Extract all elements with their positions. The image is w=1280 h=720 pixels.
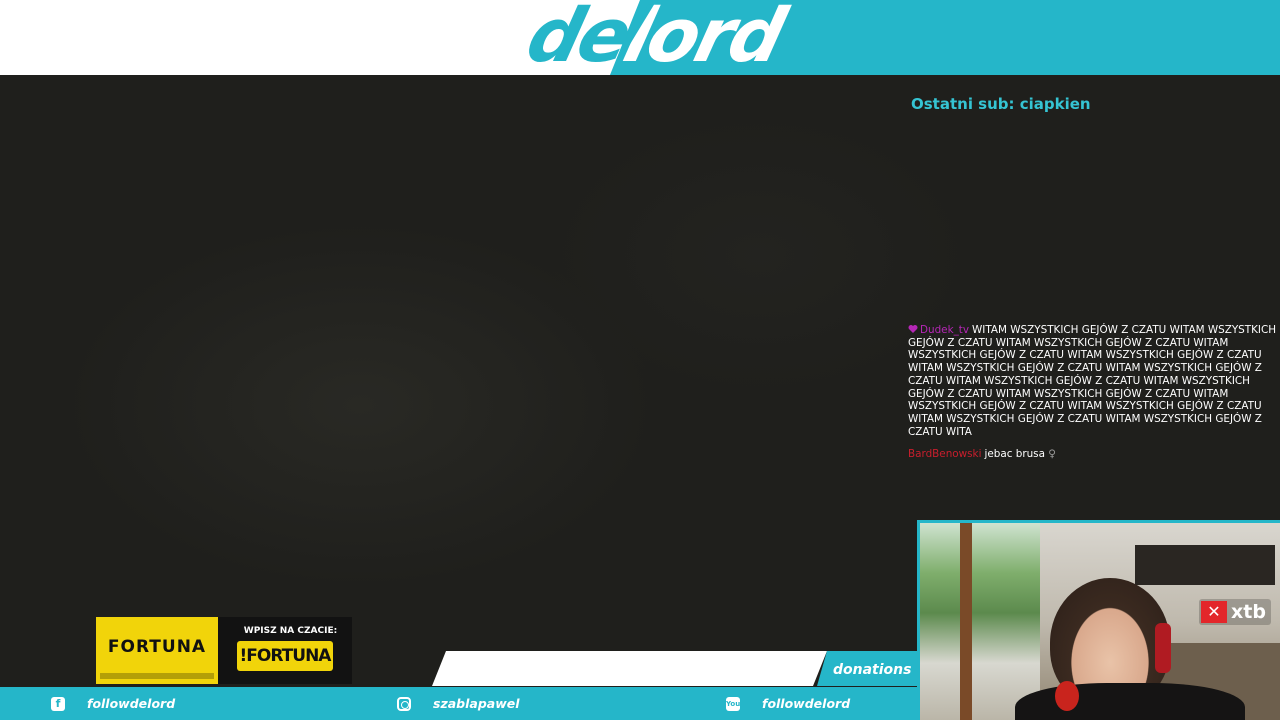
- donations-progress-bar: [432, 651, 827, 686]
- instagram-icon: [397, 696, 411, 711]
- chat-text: jebac brusa: [984, 448, 1045, 461]
- microphone-icon: [1055, 681, 1079, 711]
- chat-message: BardBenowski jebac brusa ♀: [908, 448, 1280, 461]
- fortuna-cta-text: WPISZ NA CZACIE:: [243, 626, 338, 636]
- social-links-bar: f followdelord szablapawel You followdel…: [0, 687, 917, 720]
- donations-label: donations: [833, 662, 912, 678]
- webcam-window-frame: [960, 523, 972, 720]
- headset-icon: [1155, 623, 1171, 673]
- social-instagram-label: szablapawel: [433, 696, 520, 711]
- chat-username: Dudek_tv: [920, 324, 970, 336]
- fortuna-ad-banner: FORTUNA WPISZ NA CZACIE: !FORTUNA: [96, 617, 352, 684]
- fortuna-fine-print: [100, 673, 214, 679]
- last-subscriber-label: Ostatni sub: ciapkien: [911, 95, 1091, 113]
- heart-badge-icon: [908, 325, 918, 333]
- webcam-shelf: [1135, 545, 1275, 585]
- social-facebook: f followdelord: [51, 687, 175, 720]
- social-instagram: szablapawel: [397, 687, 520, 720]
- chat-overlay: Dudek_tv WITAM WSZYSTKICH GEJÓW Z CZATU W…: [908, 323, 1280, 483]
- xtb-mark-icon: ✕: [1201, 601, 1227, 623]
- xtb-logo-text: xtb: [1231, 601, 1266, 623]
- xtb-sponsor-logo: ✕ xtb: [1199, 599, 1271, 625]
- webcam-feed: ✕ xtb: [917, 520, 1280, 720]
- chat-message: Dudek_tv WITAM WSZYSTKICH GEJÓW Z CZATU W…: [908, 323, 1280, 438]
- youtube-icon: You: [726, 696, 740, 711]
- social-youtube: You followdelord: [726, 687, 850, 720]
- chat-username: BardBenowski: [908, 448, 982, 461]
- social-facebook-label: followdelord: [87, 696, 176, 711]
- facebook-icon: f: [51, 696, 65, 711]
- channel-logo: delord delord: [510, 0, 801, 75]
- chat-text: WITAM WSZYSTKICH GEJÓW Z CZATU WITAM WSZ…: [908, 324, 1277, 438]
- webcam-streamer-body: [1015, 683, 1245, 720]
- fortuna-code-badge: !FORTUNA: [237, 641, 333, 671]
- webcam-window-background: [920, 523, 1040, 720]
- chat-emote-icon: ♀: [1048, 448, 1056, 461]
- social-youtube-label: followdelord: [762, 696, 851, 711]
- top-banner: delord delord: [0, 0, 1280, 75]
- fortuna-brand-text: FORTUNA: [107, 637, 207, 657]
